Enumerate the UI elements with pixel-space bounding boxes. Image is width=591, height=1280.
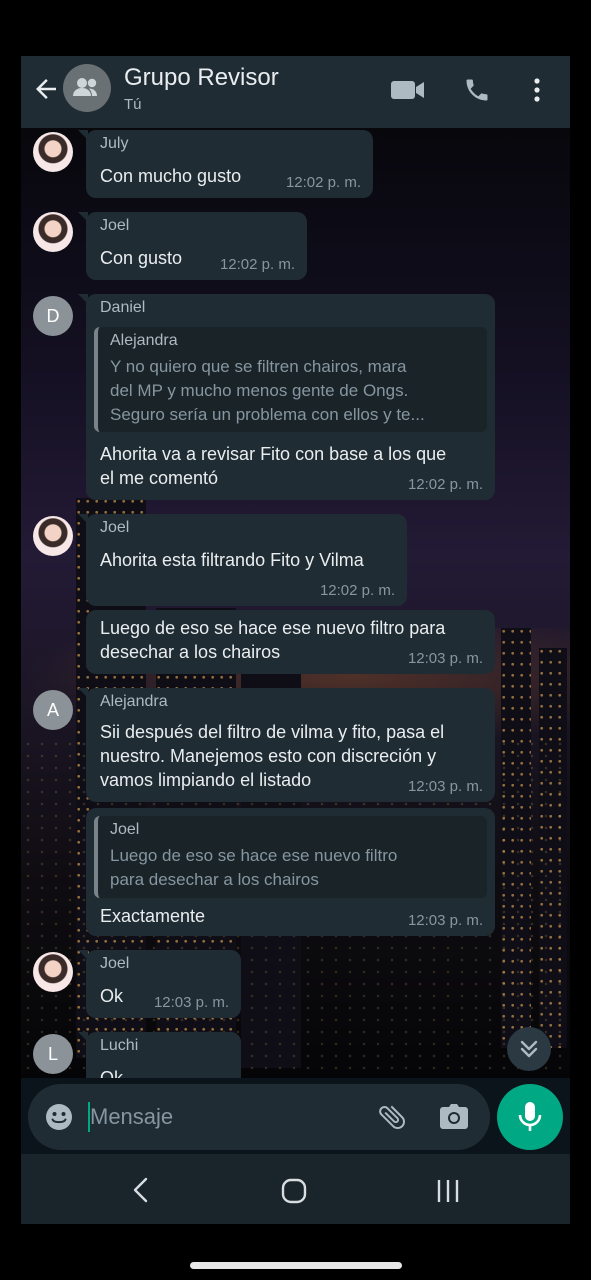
- message-sender: Daniel: [100, 299, 146, 316]
- avatar-letter: D: [46, 306, 60, 326]
- quoted-sender: Alejandra: [110, 332, 178, 349]
- phone-screen: Grupo Revisor Tú July Con mucho gusto 12…: [21, 56, 570, 1224]
- message-text: Ok: [100, 1068, 124, 1078]
- quoted-text-line: del MP y mucho menos gente de Ongs.: [110, 381, 409, 400]
- scroll-to-bottom-button[interactable]: [507, 1027, 551, 1071]
- message-bubble[interactable]: Joel Ahorita esta filtrando Fito y Vilma…: [78, 514, 407, 606]
- avatar-letter: L: [47, 1044, 58, 1064]
- message-bubble[interactable]: Joel Luego de eso se hace ese nuevo filt…: [86, 808, 495, 936]
- nav-home-icon[interactable]: [281, 1178, 307, 1204]
- message-row: L Luchi Ok: [21, 1032, 570, 1078]
- message-time: 12:03 p. m.: [407, 650, 483, 667]
- message-sender: Joel: [100, 955, 130, 972]
- home-indicator[interactable]: [190, 1262, 402, 1269]
- message-text: Ahorita esta filtrando Fito y Vilma: [100, 550, 364, 570]
- avatar[interactable]: [33, 516, 73, 556]
- nav-back-icon[interactable]: [129, 1176, 153, 1204]
- system-navigation-bar: [21, 1154, 570, 1224]
- message-time: 12:02 p. m.: [285, 174, 361, 191]
- message-text: Ok: [100, 986, 124, 1006]
- microphone-icon: [518, 1102, 542, 1131]
- avatar-letter: A: [46, 700, 59, 720]
- message-text-line: Sii después del filtro de vilma y fito, …: [100, 722, 445, 742]
- message-time: 12:02 p. m.: [407, 476, 483, 493]
- message-sender: Joel: [100, 519, 130, 536]
- message-input-bar: Mensaje: [28, 1084, 490, 1150]
- quoted-text-line: Seguro sería un problema con ellos y te.…: [110, 405, 425, 424]
- message-input[interactable]: Mensaje: [90, 1104, 173, 1130]
- quoted-sender: Joel: [110, 821, 140, 838]
- chat-title[interactable]: Grupo Revisor: [124, 64, 279, 92]
- emoji-icon[interactable]: [44, 1102, 74, 1132]
- double-chevron-down-icon: [520, 1040, 538, 1058]
- message-bubble[interactable]: Daniel Alejandra Y no quiero que se filt…: [78, 294, 495, 500]
- avatar[interactable]: [33, 952, 73, 992]
- chat-subtitle[interactable]: Tú: [124, 96, 142, 113]
- voice-record-button[interactable]: [497, 1084, 563, 1150]
- quoted-text-line: Y no quiero que se filtren chairos, mara: [110, 357, 407, 376]
- avatar[interactable]: D: [33, 296, 73, 336]
- message-time: 12:03 p. m.: [407, 778, 483, 795]
- avatar[interactable]: A: [33, 690, 73, 730]
- message-sender: July: [100, 135, 129, 152]
- message-text-line: vamos limpiando el listado: [100, 770, 312, 790]
- phone-call-icon[interactable]: [463, 76, 491, 104]
- message-bubble[interactable]: Alejandra Sii después del filtro de vilm…: [78, 688, 495, 802]
- message-time: 12:03 p. m.: [153, 994, 229, 1011]
- back-arrow-icon[interactable]: [31, 74, 61, 104]
- quoted-text-line: para desechar a los chairos: [110, 870, 319, 889]
- group-avatar[interactable]: [63, 64, 111, 112]
- message-text-line: Ahorita va a revisar Fito con base a los…: [100, 444, 447, 464]
- quoted-message[interactable]: Alejandra Y no quiero que se filtren cha…: [94, 327, 487, 432]
- message-text-line: nuestro. Manejemos esto con discreción y: [100, 746, 437, 766]
- attach-icon[interactable]: [376, 1101, 408, 1133]
- message-text: Con gusto: [100, 248, 183, 268]
- group-icon: [73, 78, 97, 96]
- camera-icon[interactable]: [438, 1102, 470, 1132]
- nav-recents-icon[interactable]: [435, 1178, 461, 1204]
- avatar[interactable]: [33, 212, 73, 252]
- message-sender: Joel: [100, 217, 130, 234]
- message-time: 12:03 p. m.: [407, 912, 483, 929]
- message-sender: Luchi: [100, 1037, 139, 1054]
- message-text-line: Luego de eso se hace ese nuevo filtro pa…: [100, 618, 446, 638]
- more-options-icon[interactable]: [527, 76, 547, 104]
- message-text-line: el me comentó: [100, 468, 219, 488]
- message-bubble[interactable]: Joel Ok 12:03 p. m.: [78, 950, 241, 1018]
- avatar[interactable]: [33, 132, 73, 172]
- message-text: Exactamente: [100, 906, 206, 926]
- video-call-icon[interactable]: [390, 76, 426, 104]
- message-time: 12:02 p. m.: [219, 256, 295, 273]
- message-text: Con mucho gusto: [100, 166, 242, 186]
- message-bubble[interactable]: Joel Con gusto 12:02 p. m.: [78, 212, 307, 280]
- quoted-message[interactable]: Joel Luego de eso se hace ese nuevo filt…: [94, 816, 487, 898]
- message-bubble[interactable]: Luchi Ok: [78, 1032, 241, 1078]
- quoted-text-line: Luego de eso se hace ese nuevo filtro: [110, 846, 398, 865]
- message-bubble[interactable]: Luego de eso se hace ese nuevo filtro pa…: [86, 610, 495, 674]
- message-time: 12:02 p. m.: [319, 582, 395, 599]
- message-text-line: desechar a los chairos: [100, 642, 281, 662]
- chat-header: Grupo Revisor Tú: [21, 56, 570, 128]
- avatar[interactable]: L: [33, 1034, 73, 1074]
- message-bubble[interactable]: July Con mucho gusto 12:02 p. m.: [78, 130, 373, 198]
- message-sender: Alejandra: [100, 693, 168, 710]
